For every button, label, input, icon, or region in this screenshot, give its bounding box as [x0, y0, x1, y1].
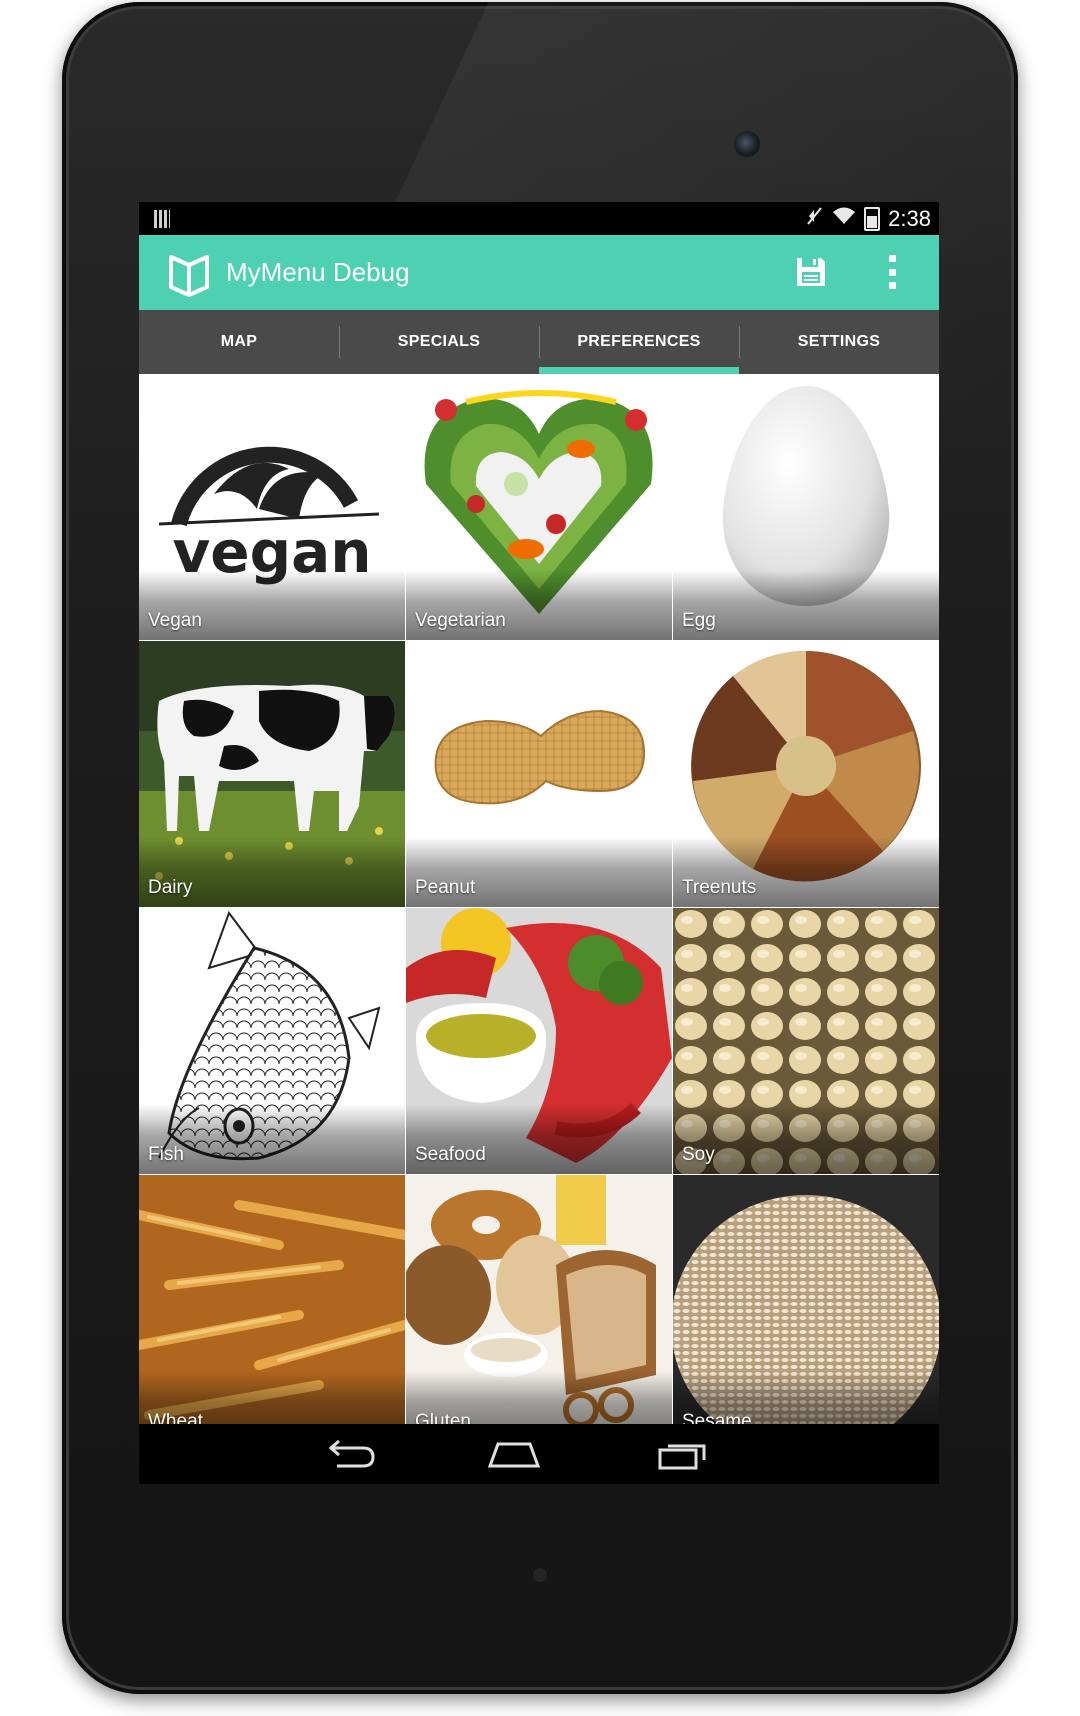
preference-tile-fish[interactable]: Fish: [139, 908, 405, 1174]
tile-label: Wheat: [148, 1411, 203, 1424]
preference-tile-soy[interactable]: Soy: [673, 908, 939, 1174]
grid-gutter: [672, 374, 673, 1424]
battery-charging-icon: [864, 207, 881, 231]
preference-tile-wheat[interactable]: Wheat: [139, 1175, 405, 1424]
preference-tile-treenuts[interactable]: Treenuts: [673, 641, 939, 907]
tile-label: Vegan: [148, 610, 202, 631]
tab-preferences[interactable]: PREFERENCES: [539, 310, 739, 374]
preference-tile-vegan[interactable]: vegan Vegan: [139, 374, 405, 640]
menu-book-icon[interactable]: [165, 249, 213, 297]
device-screen: 2:38 MyMenu Debug MAP SPECIALS PREFERENC…: [139, 202, 939, 1484]
tab-bar: MAP SPECIALS PREFERENCES SETTINGS: [139, 310, 939, 374]
front-camera: [734, 131, 760, 157]
preference-tile-vegetarian[interactable]: Vegetarian: [406, 374, 672, 640]
tab-settings[interactable]: SETTINGS: [739, 310, 939, 374]
tile-label: Egg: [682, 610, 716, 631]
preferences-grid: vegan Vegan Vegetarian Egg Dairy Peanut …: [139, 374, 939, 1424]
wifi-icon: [832, 206, 856, 232]
notification-icon: [154, 210, 170, 228]
grid-gutter: [405, 374, 406, 1424]
overflow-menu-icon[interactable]: [884, 255, 900, 289]
preference-tile-egg[interactable]: Egg: [673, 374, 939, 640]
tab-label: SETTINGS: [797, 333, 881, 350]
save-icon[interactable]: [794, 255, 828, 289]
status-bar: 2:38: [139, 202, 939, 235]
action-bar: MyMenu Debug: [139, 235, 939, 310]
home-icon[interactable]: [484, 1436, 544, 1472]
app-title: MyMenu Debug: [226, 257, 410, 287]
tile-label: Dairy: [148, 877, 193, 898]
tile-label: Peanut: [415, 877, 476, 898]
recents-icon[interactable]: [654, 1436, 714, 1472]
tab-label: PREFERENCES: [577, 333, 701, 350]
tile-label: Soy: [682, 1144, 715, 1165]
tile-label: Seafood: [415, 1144, 486, 1165]
tile-label: Gluten: [415, 1411, 471, 1424]
tab-map[interactable]: MAP: [139, 310, 339, 374]
preference-tile-peanut[interactable]: Peanut: [406, 641, 672, 907]
mute-icon: [806, 206, 824, 232]
back-icon[interactable]: [319, 1436, 379, 1472]
tab-label: SPECIALS: [397, 333, 481, 350]
tile-label: Vegetarian: [415, 610, 506, 631]
preference-tile-sesame[interactable]: Sesame: [673, 1175, 939, 1424]
preference-tile-gluten[interactable]: Gluten: [406, 1175, 672, 1424]
preference-tile-dairy[interactable]: Dairy: [139, 641, 405, 907]
navigation-bar: [139, 1424, 939, 1484]
device-sensor: [533, 1568, 547, 1582]
status-icons: 2:38: [806, 206, 931, 232]
tile-label: Sesame: [682, 1411, 752, 1424]
tile-label: Fish: [148, 1144, 184, 1165]
tab-specials[interactable]: SPECIALS: [339, 310, 539, 374]
tile-label: Treenuts: [682, 877, 757, 898]
tab-label: MAP: [220, 333, 258, 350]
status-time: 2:38: [888, 206, 931, 231]
preference-tile-seafood[interactable]: Seafood: [406, 908, 672, 1174]
